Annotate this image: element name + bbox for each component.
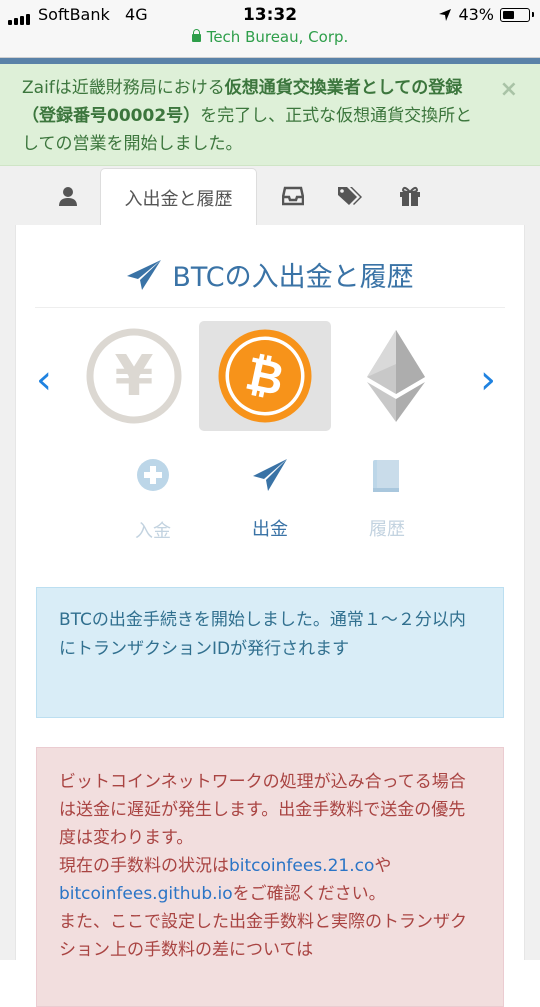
warning-text-1: ビットコインネットワークの処理が込み合ってる場合は送金に遅延が発生します。出金手… bbox=[59, 772, 466, 848]
warning-suffix: をご確認ください。 bbox=[232, 884, 386, 904]
warning-joiner: や bbox=[374, 856, 392, 876]
page-gutter-left bbox=[0, 225, 15, 960]
next-coin-arrow[interactable]: › bbox=[480, 360, 496, 400]
page-gutter-right bbox=[525, 225, 540, 960]
warning-text-2: 現在の手数料の状況はbitcoinfees.21.coや bitcoinfees.… bbox=[59, 852, 481, 908]
status-right: 43% bbox=[438, 5, 534, 24]
location-arrow-icon bbox=[439, 8, 452, 21]
tab-inbox[interactable] bbox=[265, 166, 320, 226]
battery-icon bbox=[500, 7, 534, 22]
yen-symbol: ¥ bbox=[115, 344, 154, 409]
tab-tags[interactable] bbox=[322, 166, 377, 226]
book-icon bbox=[373, 460, 399, 492]
deposit-label: 入金 bbox=[135, 521, 171, 542]
status-bar: SoftBank 4G 13:32 43% bbox=[0, 0, 540, 30]
tab-account[interactable] bbox=[40, 166, 95, 226]
withdraw-label: 出金 bbox=[252, 519, 288, 540]
site-label: Tech Bureau, Corp. bbox=[206, 28, 349, 46]
deposit-action[interactable]: 入金 bbox=[103, 458, 203, 543]
withdraw-action[interactable]: 出金 bbox=[220, 458, 320, 541]
tab-active-label: 入出金と履歴 bbox=[124, 189, 233, 210]
title-divider bbox=[35, 307, 505, 308]
user-icon bbox=[58, 187, 77, 206]
notice-text-1: Zaifは近畿財務局における bbox=[22, 78, 225, 98]
tab-deposit-withdraw[interactable]: 入出金と履歴 bbox=[100, 168, 257, 227]
registration-notice: Zaifは近畿財務局における仮想通貨交換業者としての登録（登録番号00002号）… bbox=[0, 64, 540, 166]
lock-icon bbox=[191, 28, 201, 42]
btc-coin-selected[interactable]: ₿ bbox=[199, 321, 331, 431]
inbox-icon bbox=[281, 186, 304, 206]
history-action[interactable]: 履歴 bbox=[337, 458, 437, 541]
paper-plane-icon bbox=[127, 259, 162, 290]
page-title-text: BTCの入出金と履歴 bbox=[172, 262, 414, 293]
plus-circle-icon bbox=[137, 459, 169, 491]
url-bar[interactable]: Tech Bureau, Corp. bbox=[0, 28, 540, 58]
paper-plane-icon bbox=[253, 459, 287, 491]
prev-coin-arrow[interactable]: ‹ bbox=[36, 360, 52, 400]
tab-gift[interactable] bbox=[382, 166, 437, 226]
tags-icon bbox=[337, 187, 362, 205]
bitcoinfees-github-link[interactable]: bitcoinfees.github.io bbox=[59, 884, 233, 904]
gift-icon bbox=[399, 186, 420, 206]
battery-percent: 43% bbox=[458, 5, 494, 24]
eth-coin[interactable] bbox=[367, 330, 425, 426]
withdraw-info-alert: BTCの出金手続きを開始しました。通常１〜２分以内にトランザクションIDが発行さ… bbox=[36, 587, 504, 718]
network-warning-alert: ビットコインネットワークの処理が込み合ってる場合は送金に遅延が発生します。出金手… bbox=[36, 747, 504, 1007]
ethereum-icon bbox=[367, 330, 425, 422]
bitcoin-icon: ₿ bbox=[218, 329, 312, 423]
jpy-coin[interactable]: ¥ bbox=[85, 327, 183, 429]
close-icon[interactable]: × bbox=[500, 76, 518, 104]
info-text: BTCの出金手続きを開始しました。通常１〜２分以内にトランザクションIDが発行さ… bbox=[59, 610, 466, 659]
yen-coin-icon: ¥ bbox=[86, 328, 182, 424]
warning-text-3: また、ここで設定した出金手数料と実際のトランザクション上の手数料の差については bbox=[59, 912, 467, 960]
history-label: 履歴 bbox=[369, 519, 405, 540]
warning-prefix: 現在の手数料の状況は bbox=[59, 856, 229, 876]
page-title: BTCの入出金と履歴 bbox=[15, 255, 525, 294]
bitcoinfees-21-link[interactable]: bitcoinfees.21.co bbox=[229, 856, 374, 876]
tab-bar: 入出金と履歴 bbox=[0, 166, 540, 227]
